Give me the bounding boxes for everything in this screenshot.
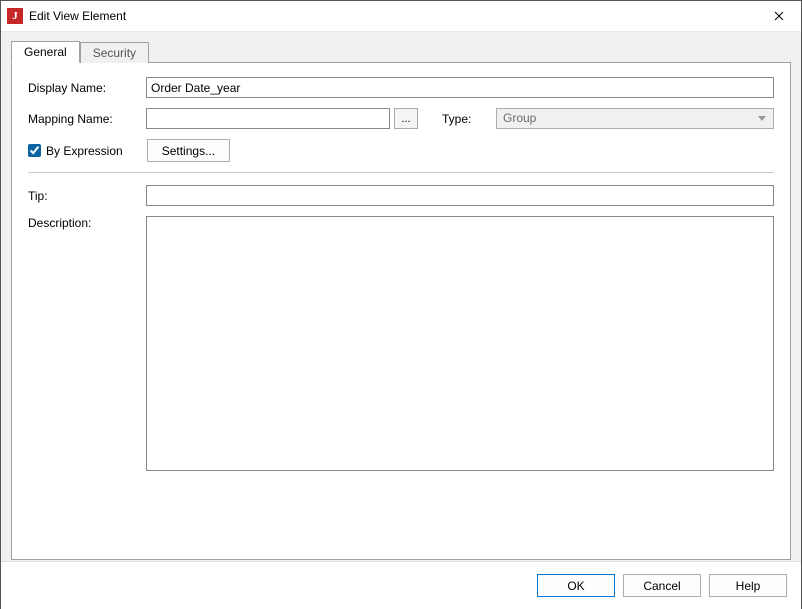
close-button[interactable]	[756, 1, 801, 31]
tab-security[interactable]: Security	[80, 42, 149, 63]
footer: OK Cancel Help	[1, 561, 801, 609]
tip-input[interactable]	[146, 185, 774, 206]
close-icon	[774, 11, 784, 21]
window-title: Edit View Element	[29, 9, 126, 23]
app-icon: J	[7, 8, 23, 24]
by-expression-label: By Expression	[46, 144, 123, 158]
type-label: Type:	[442, 112, 496, 126]
titlebar: J Edit View Element	[1, 1, 801, 31]
display-name-input[interactable]	[146, 77, 774, 98]
type-select: Group	[496, 108, 774, 129]
ok-button[interactable]: OK	[537, 574, 615, 597]
browse-button[interactable]: ...	[394, 108, 418, 129]
mapping-name-label: Mapping Name:	[28, 112, 146, 126]
by-expression-checkbox[interactable]	[28, 144, 41, 157]
tabbar: General Security	[11, 40, 791, 62]
divider	[28, 172, 774, 173]
help-button[interactable]: Help	[709, 574, 787, 597]
cancel-button[interactable]: Cancel	[623, 574, 701, 597]
description-label: Description:	[28, 216, 146, 230]
description-textarea[interactable]	[146, 216, 774, 471]
tip-label: Tip:	[28, 189, 146, 203]
display-name-label: Display Name:	[28, 81, 146, 95]
tab-general[interactable]: General	[11, 41, 80, 63]
general-panel: Display Name: Mapping Name: ... Type: Gr…	[11, 62, 791, 560]
settings-button[interactable]: Settings...	[147, 139, 230, 162]
mapping-name-input[interactable]	[146, 108, 390, 129]
